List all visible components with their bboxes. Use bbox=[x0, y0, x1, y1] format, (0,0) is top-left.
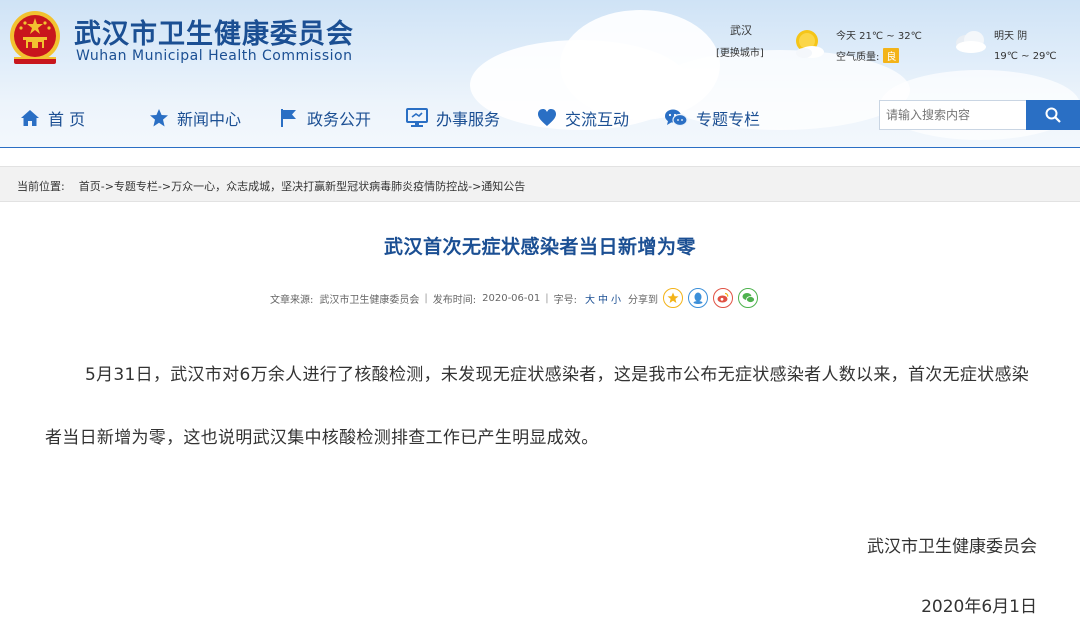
qq-icon bbox=[693, 292, 703, 304]
font-size-small-button[interactable]: 小 bbox=[611, 291, 621, 306]
cloud-icon bbox=[956, 31, 986, 53]
header-divider bbox=[0, 147, 1080, 148]
nav-label: 政务公开 bbox=[307, 110, 372, 129]
nav-item-news[interactable]: 新闻中心 bbox=[149, 100, 241, 136]
chat-icon bbox=[665, 109, 688, 127]
nav-item-home[interactable]: 首 页 bbox=[20, 100, 85, 136]
nav-label: 首 页 bbox=[48, 110, 86, 129]
search-box bbox=[879, 100, 1080, 130]
source-value: 武汉市卫生健康委员会 bbox=[319, 294, 420, 306]
font-size-medium-button[interactable]: 中 bbox=[598, 291, 608, 306]
monitor-icon bbox=[406, 108, 428, 127]
wechat-icon bbox=[742, 293, 755, 303]
nav-item-services[interactable]: 办事服务 bbox=[406, 100, 500, 136]
meta-separator: | bbox=[545, 292, 549, 304]
main-nav: 首 页 新闻中心 政务公开 办事服务 交流互动 专题专栏 bbox=[0, 100, 880, 136]
nav-label: 专题专栏 bbox=[696, 110, 761, 129]
signature-date: 2020年6月1日 bbox=[921, 597, 1037, 617]
air-quality-badge: 良 bbox=[883, 48, 900, 63]
date-value: 2020-06-01 bbox=[482, 292, 541, 304]
change-city-link[interactable]: [更换城市] bbox=[716, 44, 764, 59]
sun-icon bbox=[796, 30, 824, 58]
site-header: 武汉市卫生健康委员会 Wuhan Municipal Health Commis… bbox=[0, 0, 1080, 148]
share-label: 分享到 bbox=[628, 294, 658, 306]
signature-organization: 武汉市卫生健康委员会 bbox=[867, 537, 1037, 557]
article-body: 5月31日，武汉市对6万余人进行了核酸检测，未发现无症状感染者，这是我市公布无症… bbox=[45, 365, 1030, 448]
breadcrumb-link-notices[interactable]: 通知公告 bbox=[481, 180, 525, 193]
meta-separator: | bbox=[424, 292, 428, 304]
heart-icon bbox=[538, 109, 556, 126]
weather-tomorrow-temp: 19℃ ~ 29℃ bbox=[994, 51, 1057, 62]
air-quality-label: 空气质量: bbox=[836, 52, 880, 63]
font-size-large-button[interactable]: 大 bbox=[585, 291, 595, 306]
breadcrumb: 当前位置: 首页->专题专栏->万众一心，众志成城，坚决打赢新型冠状病毒肺炎疫情防… bbox=[17, 178, 525, 194]
site-title: 武汉市卫生健康委员会 bbox=[74, 19, 354, 50]
search-input[interactable] bbox=[879, 100, 1026, 130]
search-button[interactable] bbox=[1026, 100, 1080, 130]
breadcrumb-separator: -> bbox=[100, 180, 114, 193]
star-icon bbox=[150, 109, 168, 127]
air-quality: 空气质量: 良 bbox=[836, 48, 900, 63]
breadcrumb-bar: 当前位置: 首页->专题专栏->万众一心，众志成城，坚决打赢新型冠状病毒肺炎疫情防… bbox=[0, 166, 1080, 202]
article-meta: 文章来源: 武汉市卫生健康委员会 | 发布时间: 2020-06-01 | 字号… bbox=[270, 288, 758, 308]
breadcrumb-link-campaign[interactable]: 万众一心，众志成城，坚决打赢新型冠状病毒肺炎疫情防控战 bbox=[171, 180, 468, 193]
national-emblem-icon bbox=[10, 11, 60, 64]
share-qq-button[interactable] bbox=[688, 288, 708, 308]
date-label: 发布时间: bbox=[432, 294, 477, 306]
breadcrumb-link-home[interactable]: 首页 bbox=[79, 180, 101, 193]
weather-tomorrow-condition: 明天 阴 bbox=[994, 31, 1028, 42]
nav-item-interaction[interactable]: 交流互动 bbox=[537, 100, 629, 136]
breadcrumb-link-topics[interactable]: 专题专栏 bbox=[114, 180, 158, 193]
weibo-icon bbox=[717, 292, 729, 303]
nav-label: 办事服务 bbox=[436, 110, 501, 129]
breadcrumb-separator: -> bbox=[468, 180, 482, 193]
flag-icon bbox=[281, 109, 296, 127]
weather-today: 今天 21℃ ~ 32℃ bbox=[836, 31, 922, 42]
home-icon bbox=[21, 110, 39, 126]
font-size-label: 字号: bbox=[553, 294, 577, 306]
article-title: 武汉首次无症状感染者当日新增为零 bbox=[383, 236, 696, 258]
nav-label: 新闻中心 bbox=[177, 110, 242, 129]
share-wechat-button[interactable] bbox=[738, 288, 758, 308]
qzone-icon bbox=[667, 292, 679, 303]
share-weibo-button[interactable] bbox=[713, 288, 733, 308]
source-label: 文章来源: bbox=[270, 294, 314, 306]
nav-item-special-topics[interactable]: 专题专栏 bbox=[664, 100, 760, 136]
share-qzone-button[interactable] bbox=[663, 288, 683, 308]
site-subtitle: Wuhan Municipal Health Commission bbox=[76, 48, 353, 64]
weather-city: 武汉 bbox=[730, 24, 752, 37]
nav-label: 交流互动 bbox=[565, 110, 630, 129]
breadcrumb-label: 当前位置: bbox=[17, 180, 65, 193]
breadcrumb-separator: -> bbox=[157, 180, 172, 193]
nav-item-government-affairs[interactable]: 政务公开 bbox=[279, 100, 371, 136]
search-icon bbox=[1045, 107, 1061, 123]
